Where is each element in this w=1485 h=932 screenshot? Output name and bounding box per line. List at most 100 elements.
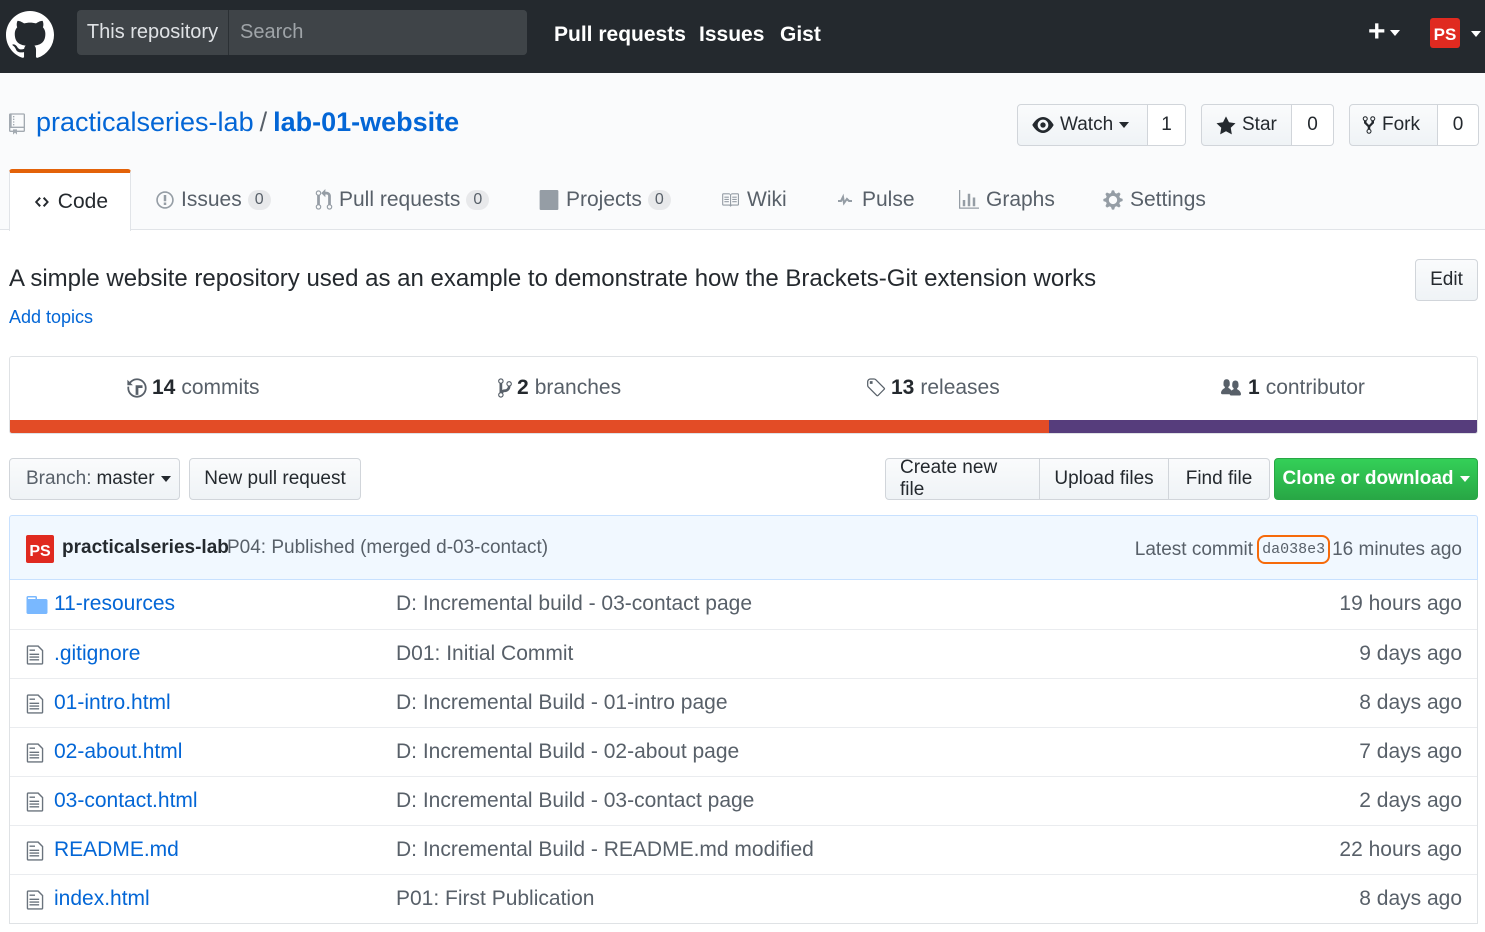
clone-or-download-button[interactable]: Clone or download	[1274, 458, 1478, 500]
issue-icon	[156, 190, 174, 209]
file-row: 02-about.html D: Incremental Build - 02-a…	[10, 727, 1477, 776]
create-new-file-button[interactable]: Create new file	[885, 457, 1040, 500]
nav-pull-requests[interactable]: Pull requests	[554, 0, 686, 73]
language-bar[interactable]	[10, 420, 1477, 433]
watch-button[interactable]: Watch	[1017, 104, 1148, 146]
file-name-link[interactable]: README.md	[54, 838, 179, 862]
commit-author-link[interactable]: practicalseries-lab	[62, 537, 229, 559]
file-commit-message-link[interactable]: D: Incremental build - 03-contact page	[396, 592, 752, 616]
file-age: 22 hours ago	[1339, 838, 1462, 861]
new-pull-request-button[interactable]: New pull request	[189, 458, 361, 500]
history-icon	[127, 378, 147, 398]
commit-age: 16 minutes ago	[1332, 538, 1462, 560]
find-file-button[interactable]: Find file	[1169, 458, 1270, 500]
nav-gist[interactable]: Gist	[780, 0, 821, 73]
tag-icon	[867, 378, 886, 397]
commit-message-link[interactable]: P04: Published (merged d-03-contact)	[227, 537, 548, 559]
user-avatar[interactable]: PS	[1430, 18, 1460, 48]
file-icon	[26, 890, 44, 910]
nav-issues[interactable]: Issues	[699, 0, 764, 73]
forks-count[interactable]: 0	[1438, 104, 1479, 146]
repo-name-link[interactable]: lab-01-website	[273, 107, 459, 137]
file-row: .gitignore D01: Initial Commit 9 days ago	[10, 629, 1477, 678]
author-avatar[interactable]: PS	[26, 535, 54, 563]
fork-label: Fork	[1382, 114, 1420, 135]
eye-icon	[1032, 117, 1054, 133]
tab-label: Graphs	[986, 187, 1055, 211]
commits-link[interactable]: 14 commits	[126, 357, 260, 419]
caret-down-icon	[1459, 476, 1470, 482]
tab-settings[interactable]: Settings	[1080, 169, 1228, 230]
file-name-link[interactable]: 02-about.html	[54, 740, 182, 764]
branch-name: master	[96, 468, 155, 489]
header-search: This repository	[77, 10, 527, 55]
commit-sha-link[interactable]: da038e3	[1257, 535, 1331, 564]
file-name-link[interactable]: 01-intro.html	[54, 691, 171, 715]
file-commit-message-link[interactable]: D: Incremental Build - 03-contact page	[396, 789, 754, 813]
folder-icon	[26, 596, 48, 619]
file-icon	[26, 841, 44, 861]
language-segment[interactable]	[1048, 420, 1477, 433]
tab-pulse[interactable]: Pulse	[812, 169, 937, 230]
branches-link[interactable]: 2 branches	[497, 357, 621, 419]
watch-label: Watch	[1060, 114, 1114, 135]
tab-graphs[interactable]: Graphs	[936, 169, 1077, 230]
clone-label: Clone or download	[1282, 468, 1454, 489]
file-commit-message-link[interactable]: D: Incremental Build - 01-intro page	[396, 691, 728, 715]
commits-count: 14	[152, 376, 176, 399]
language-segment[interactable]	[10, 420, 1049, 433]
edit-description-button[interactable]: Edit	[1415, 259, 1478, 301]
file-name-link[interactable]: index.html	[54, 887, 150, 911]
file-name-link[interactable]: .gitignore	[54, 642, 140, 666]
github-logo-icon[interactable]	[6, 11, 54, 59]
repo-header: practicalseries-lab / lab-01-website Watch…	[0, 73, 1485, 231]
tab-issues[interactable]: Issues 0	[133, 169, 293, 230]
search-scope-label[interactable]: This repository	[77, 10, 229, 55]
tab-label: Pulse	[862, 187, 915, 211]
caret-down-icon	[160, 476, 171, 482]
file-icon	[26, 694, 44, 714]
star-group: Star 0	[1201, 104, 1334, 146]
releases-label: releases	[920, 376, 1000, 399]
tab-wiki[interactable]: Wiki	[697, 169, 809, 230]
stargazers-count[interactable]: 0	[1292, 104, 1334, 146]
repo-owner-link[interactable]: practicalseries-lab	[36, 107, 254, 137]
add-topics-link[interactable]: Add topics	[9, 307, 93, 328]
tab-code[interactable]: Code	[9, 169, 131, 231]
file-icon	[26, 644, 44, 671]
gear-icon	[1103, 189, 1123, 210]
tab-projects[interactable]: Projects 0	[516, 169, 693, 230]
top-header: This repository Pull requests Issues Gis…	[0, 0, 1485, 73]
caret-down-icon[interactable]	[1471, 31, 1481, 37]
releases-count: 13	[891, 376, 915, 399]
search-input[interactable]	[230, 10, 527, 55]
file-row: 11-resources D: Incremental build - 03-co…	[10, 580, 1477, 629]
tab-label: Pull requests	[339, 187, 461, 211]
file-name-link[interactable]: 11-resources	[54, 592, 175, 616]
watchers-count[interactable]: 1	[1148, 104, 1186, 146]
file-commit-message-link[interactable]: P01: First Publication	[396, 887, 594, 911]
pulse-icon	[838, 193, 852, 206]
create-new-menu[interactable]: +	[1368, 17, 1400, 47]
file-commit-message-link[interactable]: D: Incremental Build - README.md modifie…	[396, 838, 814, 862]
file-icon	[26, 840, 44, 867]
fork-button[interactable]: Fork	[1349, 104, 1438, 146]
file-commit-message-link[interactable]: D: Incremental Build - 02-about page	[396, 740, 739, 764]
releases-link[interactable]: 13 releases	[865, 357, 1000, 419]
file-icon	[26, 645, 44, 665]
latest-commit-bar: PS practicalseries-lab P04: Published (m…	[9, 515, 1478, 580]
file-commit-message-link[interactable]: D01: Initial Commit	[396, 642, 573, 666]
contributors-label: contributor	[1265, 376, 1365, 399]
branch-select-button[interactable]: Branch: master	[9, 458, 180, 500]
star-button[interactable]: Star	[1201, 104, 1292, 146]
branches-count: 2	[517, 376, 529, 399]
branch-icon	[498, 378, 512, 398]
issues-counter: 0	[247, 189, 271, 210]
file-name-link[interactable]: 03-contact.html	[54, 789, 198, 813]
file-row: 01-intro.html D: Incremental Build - 01-i…	[10, 678, 1477, 727]
tab-label: Code	[57, 190, 108, 213]
contributors-link[interactable]: 1 contributor	[1218, 357, 1365, 419]
repo-title: practicalseries-lab / lab-01-website	[36, 107, 459, 138]
upload-files-button[interactable]: Upload files	[1040, 458, 1169, 500]
tab-pull-requests[interactable]: Pull requests 0	[293, 169, 511, 230]
